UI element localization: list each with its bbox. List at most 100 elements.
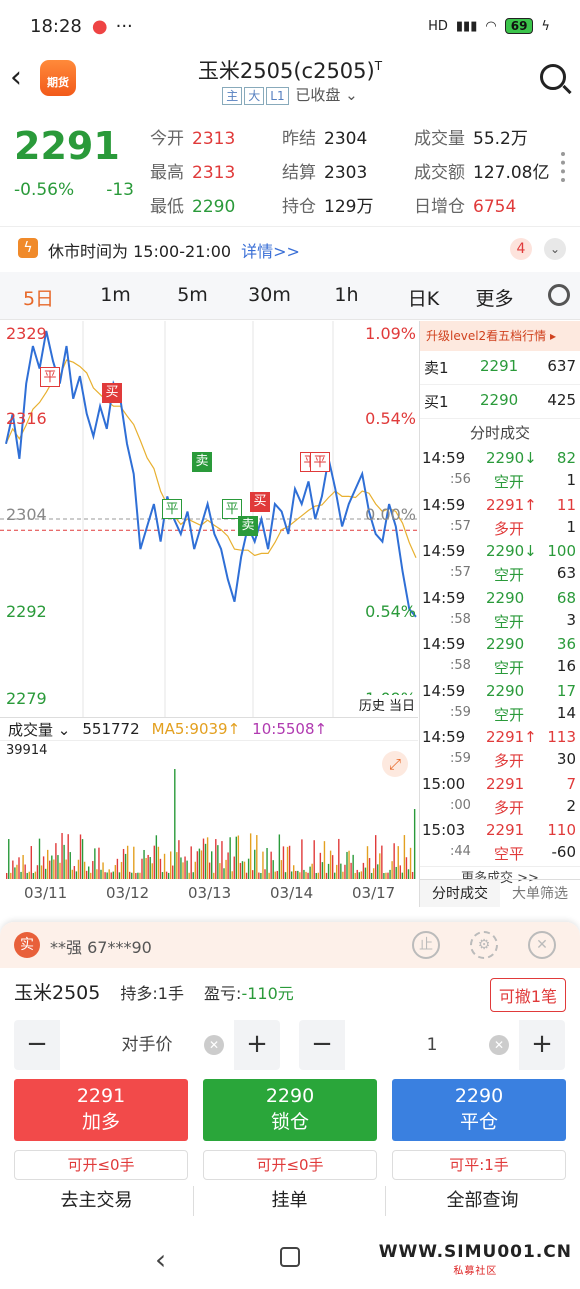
volume-bar: [297, 870, 299, 879]
cancel-orders-button[interactable]: 可撤1笔: [489, 978, 566, 1012]
nav-main-trade[interactable]: 去主交易: [0, 1186, 193, 1216]
title-superscript: T: [374, 59, 383, 73]
volume-bar: [36, 865, 39, 879]
notice-count-badge: 4: [510, 238, 532, 260]
price-stepper: − 对手价 ✕ +: [14, 1020, 280, 1070]
tick-type: 空开: [494, 705, 525, 724]
chevron-down-icon: ⌄: [345, 86, 358, 104]
tick-volume: 7: [566, 774, 576, 793]
volume-bar: [88, 866, 90, 879]
tick-seconds: :59: [450, 751, 471, 766]
expand-icon[interactable]: ⤢: [382, 751, 408, 777]
tick-time: 14:59: [422, 449, 466, 467]
volume-bar: [104, 872, 106, 879]
volume-bar: [143, 849, 145, 879]
chevron-down-icon[interactable]: ⌄: [544, 238, 566, 260]
quote-side: 买1: [424, 393, 449, 411]
minus-icon[interactable]: −: [14, 1020, 60, 1070]
volume-bar: [221, 841, 223, 879]
stop-icon[interactable]: 止: [412, 931, 440, 959]
trade-marker[interactable]: 买: [102, 383, 122, 403]
plus-icon[interactable]: +: [519, 1020, 565, 1070]
volume-bar: [227, 852, 229, 879]
volume-bar: [206, 837, 209, 879]
close-position-button[interactable]: 2290 平仓: [392, 1079, 566, 1141]
volume-bar: [225, 859, 227, 879]
volume-bar: [377, 864, 379, 879]
volume-bar: [370, 872, 373, 879]
volume-bar: [49, 860, 51, 879]
nav-pending[interactable]: 挂单: [193, 1186, 386, 1216]
trade-marker[interactable]: 平: [310, 452, 330, 472]
tab-daily[interactable]: 日K: [385, 272, 462, 319]
search-icon[interactable]: [540, 64, 566, 90]
volume-bar: [327, 863, 330, 879]
tab-big-orders[interactable]: 大单筛选: [500, 880, 580, 907]
notice-bar[interactable]: ϟ 休市时间为 15:00-21:00 详情>> 4 ⌄: [0, 226, 580, 270]
volume-bar: [186, 860, 188, 879]
close-limit: 可平:1手: [392, 1150, 566, 1180]
y-label-right: 0.00%: [365, 505, 416, 524]
tick-time: 14:59: [422, 495, 466, 514]
volume-bar: [24, 864, 26, 879]
trade-marker[interactable]: 卖: [192, 452, 212, 472]
page-title: 玉米2505(c2505)T: [0, 55, 580, 85]
volume-bar: [362, 862, 365, 879]
tab-1m[interactable]: 1m: [77, 272, 154, 319]
level2-upsell[interactable]: 升级level2看五档行情 ▸: [420, 321, 580, 351]
volume-bar: [22, 854, 24, 879]
contract-tags[interactable]: 主大 L1 已收盘 ⌄: [0, 84, 580, 105]
close-icon[interactable]: ✕: [528, 931, 556, 959]
quote-panel: 2291 -0.56% -13 今开 2313 昨结 2304 成交量 55.2万 最高 231…: [0, 110, 580, 225]
volume-selector[interactable]: 成交量 ⌄: [8, 719, 70, 740]
tab-5d[interactable]: 5日: [0, 272, 77, 319]
status-bar: 18:28 ● ··· HD ▮▮▮ ◠ 69 ϟ: [0, 0, 580, 52]
close-label: 平仓: [459, 1111, 498, 1133]
tab-5m[interactable]: 5m: [154, 272, 231, 319]
tab-more[interactable]: 更多: [462, 272, 527, 319]
nav-back-icon[interactable]: ‹: [155, 1243, 166, 1276]
stat-value: 55.2万: [473, 129, 528, 149]
tick-oi-change: 1: [566, 517, 576, 536]
lock-button[interactable]: 2290 锁仓: [203, 1079, 377, 1141]
volume-bar: [90, 872, 92, 879]
gear-icon[interactable]: [548, 284, 570, 306]
nav-query-all[interactable]: 全部查询: [386, 1186, 579, 1216]
watermark: WWW.SIMU001.CN 私募社区: [379, 1242, 572, 1277]
tag-l1: L1: [266, 87, 289, 105]
quote-price: 2290: [480, 391, 519, 409]
volume-bar: [149, 857, 151, 879]
nav-home-icon[interactable]: [280, 1247, 300, 1267]
volume-bar: [223, 868, 225, 879]
volume-bar: [278, 834, 281, 879]
tab-1h[interactable]: 1h: [308, 272, 385, 319]
tab-30m[interactable]: 30m: [231, 272, 308, 319]
price-chart[interactable]: 2329 2316 2304 2292 2279 1.09% 0.54% 0.00% 0.54%…: [0, 321, 418, 717]
gear-icon[interactable]: ⚙: [470, 931, 498, 959]
volume-bar: [411, 871, 414, 879]
add-long-button[interactable]: 2291 加多: [14, 1079, 188, 1141]
volume-bar: [395, 866, 397, 879]
clear-icon[interactable]: ✕: [489, 1035, 509, 1055]
volume-bar: [276, 870, 278, 879]
trade-marker[interactable]: 平: [40, 367, 60, 387]
trade-marker[interactable]: 卖: [238, 516, 258, 536]
notice-detail-link[interactable]: 详情>>: [241, 242, 300, 261]
stat-key: 成交量: [414, 129, 465, 149]
plus-icon[interactable]: +: [234, 1020, 280, 1070]
more-stats-handle[interactable]: [561, 152, 566, 182]
history-today-toggle[interactable]: 历史 当日: [358, 695, 415, 714]
volume-bar: [79, 834, 82, 879]
minus-icon[interactable]: −: [299, 1020, 345, 1070]
price-line: [5, 330, 417, 618]
volume-bar: [407, 869, 410, 879]
tick-list[interactable]: 14:59 2290↓ 82 :56 空开 1 14:59 2291↑ 11 :5…: [420, 447, 580, 866]
clear-icon[interactable]: ✕: [204, 1035, 224, 1055]
trade-marker[interactable]: 平: [162, 499, 182, 519]
volume-bar: [290, 871, 293, 879]
tab-ticks[interactable]: 分时成交: [420, 880, 500, 907]
tick-seconds: :57: [450, 565, 471, 580]
volume-bar: [383, 872, 385, 879]
trade-marker[interactable]: 买: [250, 492, 270, 512]
y-label-left: 2329: [6, 324, 47, 343]
